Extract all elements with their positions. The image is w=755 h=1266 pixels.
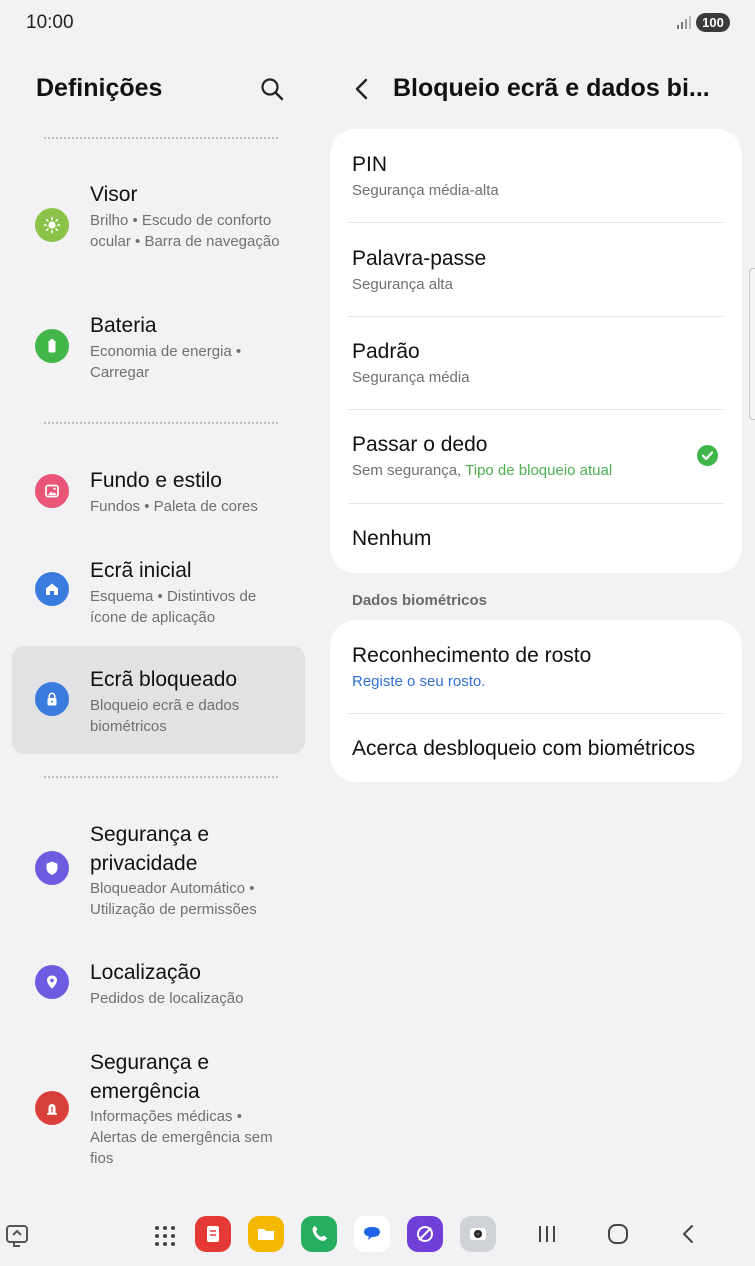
settings-item-subtitle: Bloqueio ecrã e dados biométricos	[90, 697, 240, 735]
settings-item-home-screen[interactable]: Ecrã inicial Esquema • Distintivos de íc…	[12, 548, 305, 638]
page-title: Bloqueio ecrã e dados bi...	[393, 74, 710, 102]
option-subtitle: Segurança média-alta	[352, 182, 499, 199]
option-title: Reconhecimento de rosto	[352, 644, 592, 667]
option-subtitle: Segurança média	[352, 369, 470, 386]
settings-item-subtitle: Brilho • Escudo de conforto ocular • Bar…	[90, 212, 280, 250]
option-title: Nenhum	[352, 527, 432, 550]
settings-item-location[interactable]: Localização Pedidos de localização	[12, 950, 305, 1022]
panel-resize-handle[interactable]	[749, 268, 755, 420]
battery-icon	[35, 329, 69, 363]
settings-item-lock-screen[interactable]: Ecrã bloqueado Bloqueio ecrã e dados bio…	[12, 646, 305, 754]
settings-item-title: Bateria	[90, 314, 157, 337]
back-button[interactable]	[677, 1222, 701, 1246]
lock-type-card: PIN Segurança média-alta Palavra-passe S…	[330, 129, 742, 573]
option-subtitle: Sem segurança, Tipo de bloqueio atual	[352, 462, 612, 479]
status-time: 10:00	[26, 12, 74, 33]
emergency-icon	[35, 1091, 69, 1125]
section-header-biometrics: Dados biométricos	[352, 592, 488, 609]
settings-item-security-privacy[interactable]: Segurança e privacidade Bloqueador Autom…	[12, 810, 305, 928]
location-pin-icon	[35, 965, 69, 999]
signal-icon	[677, 16, 691, 29]
settings-item-display[interactable]: Visor Brilho • Escudo de conforto ocular…	[12, 168, 305, 280]
status-bar: 10:00 100	[0, 0, 755, 46]
sun-icon	[35, 208, 69, 242]
check-circle-icon	[697, 445, 718, 466]
settings-item-subtitle: Pedidos de localização	[90, 990, 244, 1007]
lock-option-pattern[interactable]: Padrão Segurança média	[330, 317, 742, 410]
settings-item-wallpaper[interactable]: Fundo e estilo Fundos • Paleta de cores	[12, 456, 305, 528]
settings-item-subtitle: Fundos • Paleta de cores	[90, 498, 258, 515]
settings-item-battery[interactable]: Bateria Economia de energia • Carregar	[12, 300, 305, 390]
apps-grid-icon[interactable]	[154, 1225, 176, 1247]
about-biometric-unlock-option[interactable]: Acerca desbloqueio com biométricos	[330, 714, 742, 782]
home-icon	[35, 572, 69, 606]
settings-item-title: Visor	[90, 183, 138, 206]
camera-app-icon[interactable]	[460, 1216, 496, 1252]
divider	[44, 776, 278, 778]
back-arrow-icon[interactable]	[350, 76, 374, 102]
biometrics-card: Reconhecimento de rosto Registe o seu ro…	[330, 620, 742, 782]
settings-title: Definições	[36, 74, 163, 102]
settings-item-subtitle: Bloqueador Automático • Utilização de pe…	[90, 880, 257, 918]
recents-button[interactable]	[535, 1222, 559, 1246]
option-subtitle: Segurança alta	[352, 276, 453, 293]
settings-item-subtitle: Esquema • Distintivos de ícone de aplica…	[90, 588, 257, 626]
option-title: Padrão	[352, 340, 420, 363]
files-app-icon[interactable]	[248, 1216, 284, 1252]
settings-item-subtitle: Economia de energia • Carregar	[90, 343, 242, 381]
lock-option-password[interactable]: Palavra-passe Segurança alta	[330, 223, 742, 316]
settings-item-safety-emergency[interactable]: Segurança e emergência Informações médic…	[12, 1040, 305, 1174]
register-face-link: Registe o seu rosto.	[352, 673, 486, 690]
divider	[44, 422, 278, 424]
navigation-bar	[0, 1208, 755, 1266]
internet-app-icon[interactable]	[407, 1216, 443, 1252]
phone-app-icon[interactable]	[301, 1216, 337, 1252]
option-title: Palavra-passe	[352, 247, 487, 270]
settings-item-title: Ecrã inicial	[90, 559, 192, 582]
notes-app-icon[interactable]	[195, 1216, 231, 1252]
lock-icon	[35, 682, 69, 716]
lock-option-swipe[interactable]: Passar o dedo Sem segurança, Tipo de blo…	[330, 410, 742, 503]
screen-rotate-icon[interactable]	[4, 1222, 32, 1250]
image-icon	[35, 474, 69, 508]
current-lock-type-label: Tipo de bloqueio atual	[465, 462, 613, 479]
option-title: PIN	[352, 153, 388, 176]
settings-item-title: Segurança e emergência	[90, 1051, 210, 1103]
messages-app-icon[interactable]	[354, 1216, 390, 1252]
lock-option-none[interactable]: Nenhum	[330, 504, 742, 573]
option-title: Passar o dedo	[352, 433, 488, 456]
option-subtitle-text: Sem segurança,	[352, 462, 462, 479]
lock-option-pin[interactable]: PIN Segurança média-alta	[330, 129, 742, 222]
battery-icon: 100	[696, 13, 730, 32]
shield-icon	[35, 851, 69, 885]
settings-item-title: Localização	[90, 961, 201, 984]
divider	[44, 137, 278, 139]
settings-item-title: Ecrã bloqueado	[90, 668, 238, 691]
settings-item-title: Segurança e privacidade	[90, 823, 210, 875]
home-button[interactable]	[606, 1222, 630, 1246]
settings-item-subtitle: Informações médicas • Alertas de emergên…	[90, 1108, 273, 1167]
search-icon[interactable]	[259, 76, 285, 102]
face-recognition-option[interactable]: Reconhecimento de rosto Registe o seu ro…	[330, 620, 742, 713]
option-title: Acerca desbloqueio com biométricos	[352, 737, 696, 760]
settings-item-title: Fundo e estilo	[90, 469, 222, 492]
